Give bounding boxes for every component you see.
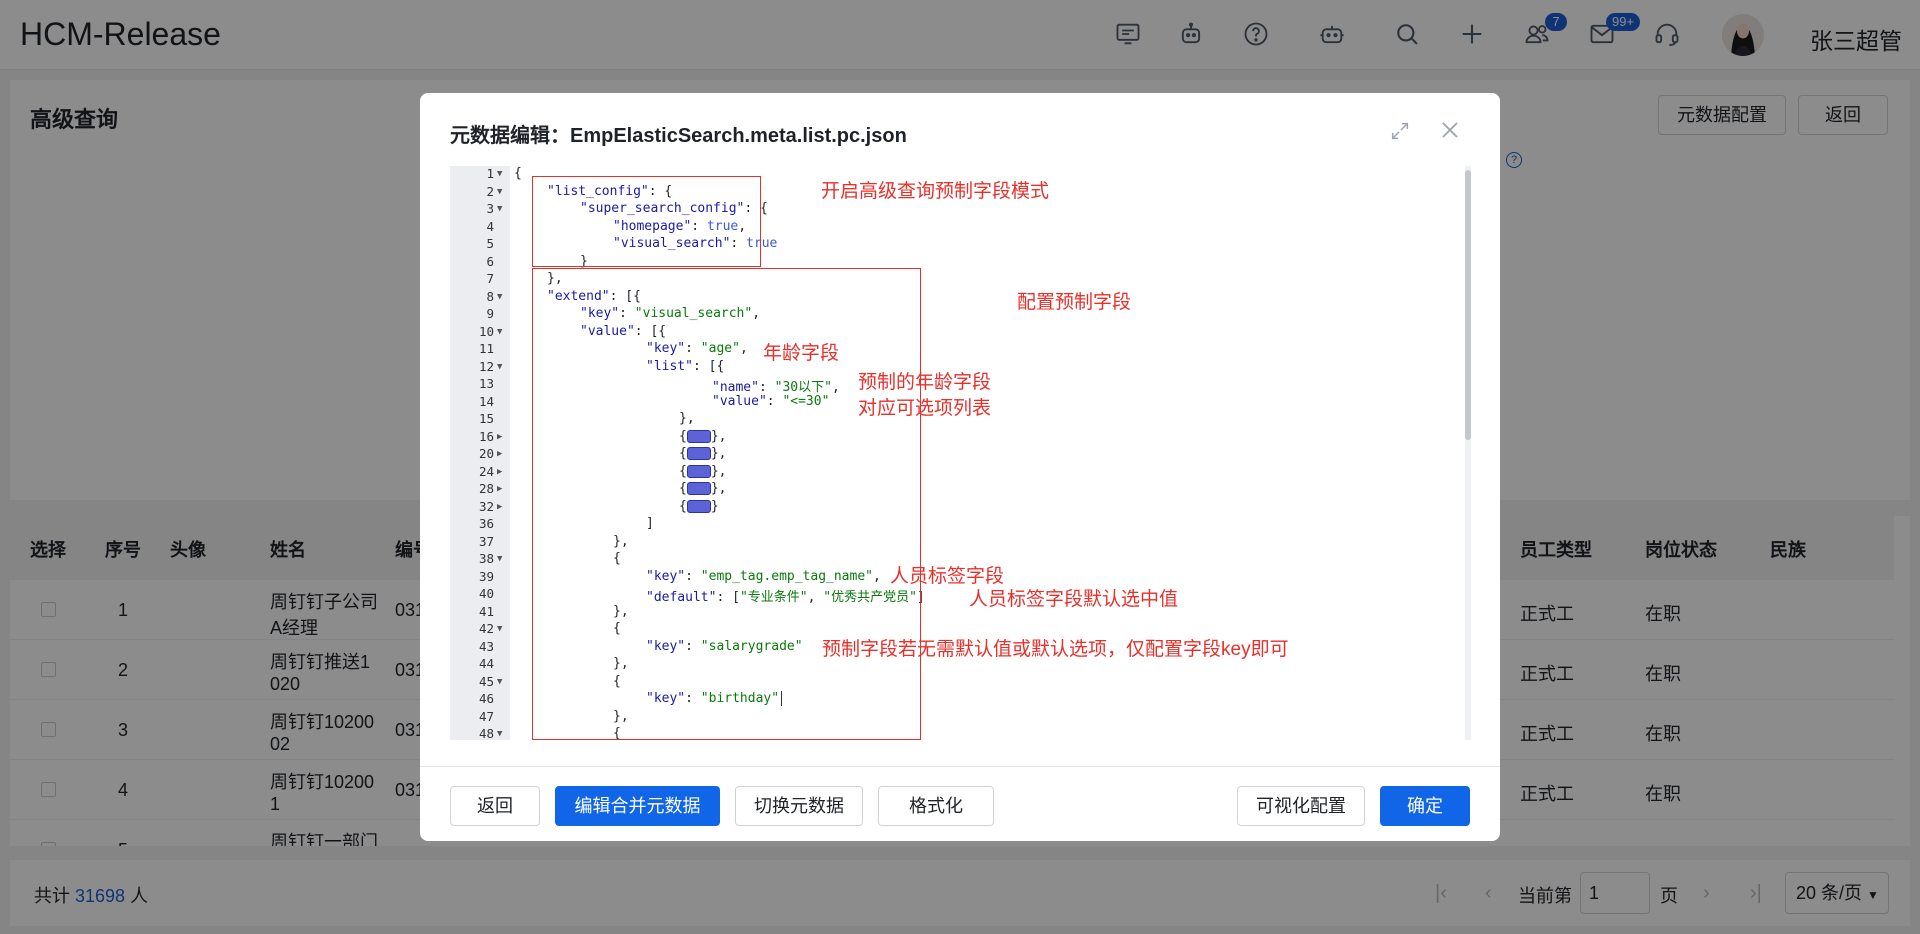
fold-arrow-icon[interactable]: ▼ (497, 169, 502, 179)
fold-arrow-icon[interactable]: ▼ (497, 327, 502, 337)
annotation-text: 对应可选项列表 (858, 398, 992, 419)
line-number: 9 (486, 306, 494, 321)
line-number: 2 (486, 183, 494, 199)
confirm-button[interactable]: 确定 (1380, 786, 1470, 826)
line-number: 43 (478, 638, 494, 654)
line-number: 10 (478, 323, 494, 339)
fold-arrow-icon[interactable]: ▼ (497, 292, 502, 302)
line-number: 24 (478, 463, 494, 479)
unfold-arrow-icon[interactable]: ▶ (497, 484, 502, 494)
line-number: 11 (478, 341, 494, 356)
line-number: 37 (478, 533, 494, 549)
line-number: 28 (478, 481, 494, 496)
annotation-text: 预制的年龄字段 (858, 372, 992, 393)
line-number: 1 (486, 166, 494, 181)
annotation-text: 开启高级查询预制字段模式 (821, 181, 1050, 202)
line-number: 5 (486, 236, 494, 251)
annotation-text: 预制字段若无需默认值或默认选项，仅配置字段key即可 (822, 639, 1289, 660)
line-number: 4 (486, 218, 494, 234)
modal-title: 元数据编辑：EmpElasticSearch.meta.list.pc.json (450, 125, 907, 147)
line-number: 20 (478, 446, 494, 461)
unfold-arrow-icon[interactable]: ▶ (497, 502, 502, 512)
fold-arrow-icon[interactable]: ▼ (497, 204, 502, 214)
expand-icon[interactable] (1389, 120, 1411, 147)
line-number: 13 (478, 376, 494, 391)
fold-arrow-icon[interactable]: ▼ (497, 624, 502, 634)
editor-scrollbar[interactable] (1465, 166, 1471, 740)
fold-arrow-icon[interactable]: ▼ (497, 729, 502, 739)
fold-arrow-icon[interactable]: ▼ (497, 554, 502, 564)
visual-config-button[interactable]: 可视化配置 (1237, 786, 1365, 826)
annotation-text: 人员标签字段默认选中值 (969, 589, 1179, 610)
line-number: 6 (486, 253, 494, 269)
line-number: 3 (486, 201, 494, 216)
line-number: 40 (478, 586, 494, 601)
scrollbar-thumb[interactable] (1465, 170, 1471, 440)
annotation-box-list-config (532, 176, 761, 267)
line-number: 45 (478, 673, 494, 689)
metadata-edit-modal: 元数据编辑：EmpElasticSearch.meta.list.pc.json… (420, 93, 1500, 841)
close-icon[interactable] (1438, 118, 1462, 147)
line-number: 48 (478, 726, 494, 740)
switch-metadata-button[interactable]: 切换元数据 (735, 786, 863, 826)
modal-back-button[interactable]: 返回 (450, 786, 540, 826)
line-number: 7 (486, 271, 494, 286)
line-number: 41 (478, 603, 494, 619)
line-number: 47 (478, 708, 494, 724)
line-number: 32 (478, 498, 494, 514)
line-number: 14 (478, 393, 494, 409)
line-number: 46 (478, 691, 494, 706)
unfold-arrow-icon[interactable]: ▶ (497, 432, 502, 442)
annotation-box-extend (532, 268, 921, 740)
line-number: 16 (478, 428, 494, 444)
fold-arrow-icon[interactable]: ▼ (497, 677, 502, 687)
line-number: 44 (478, 656, 494, 671)
line-number: 15 (478, 411, 494, 426)
line-number: 8 (486, 288, 494, 304)
edit-merge-metadata-button[interactable]: 编辑合并元数据 (555, 786, 720, 826)
fold-arrow-icon[interactable]: ▼ (497, 187, 502, 197)
line-number: 38 (478, 551, 494, 566)
fold-arrow-icon[interactable]: ▼ (497, 362, 502, 372)
line-number: 39 (478, 568, 494, 584)
unfold-arrow-icon[interactable]: ▶ (497, 467, 502, 477)
unfold-arrow-icon[interactable]: ▶ (497, 449, 502, 459)
line-number: 12 (478, 358, 494, 374)
annotation-text: 配置预制字段 (1017, 292, 1132, 313)
annotation-text: 年龄字段 (763, 343, 840, 364)
line-number: 42 (478, 621, 494, 636)
modal-footer: 返回 编辑合并元数据 切换元数据 格式化 可视化配置 确定 (420, 766, 1500, 841)
format-button[interactable]: 格式化 (878, 786, 994, 826)
line-number: 36 (478, 516, 494, 531)
